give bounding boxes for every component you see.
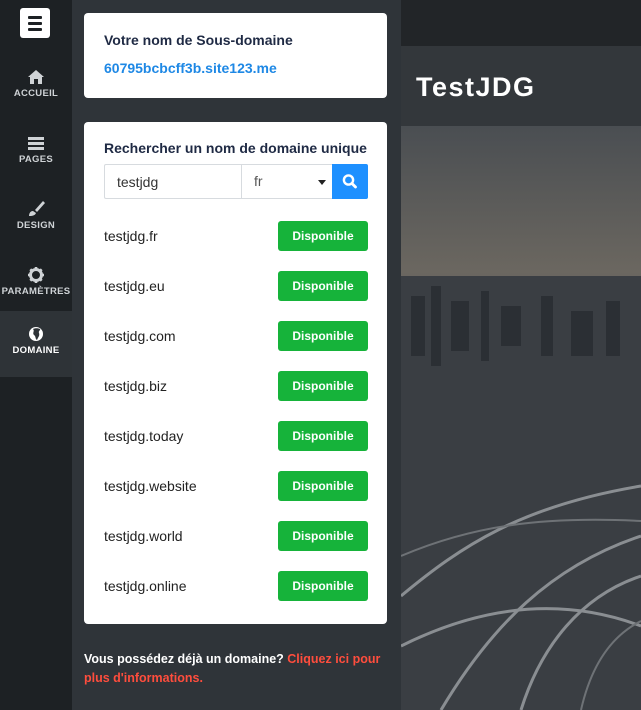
domain-result-name: testjdg.eu <box>104 278 165 294</box>
site-preview: TestJDG <box>401 0 641 710</box>
domain-result-row: testjdg.online Disponible <box>104 571 368 601</box>
domain-result-row: testjdg.eu Disponible <box>104 271 368 301</box>
subdomain-title: Votre nom de Sous-domaine <box>104 32 293 48</box>
site-title: TestJDG <box>416 72 536 102</box>
sidebar-item-domaine[interactable]: DOMAINE <box>0 311 72 377</box>
existing-domain-note: Vous possédez déjà un domaine? Cliquez i… <box>84 650 384 688</box>
brush-icon <box>29 201 45 216</box>
domain-result-name: testjdg.biz <box>104 378 168 394</box>
search-icon <box>342 174 357 189</box>
domain-result-name: testjdg.fr <box>104 228 158 244</box>
left-rail: ACCUEIL PAGES DESIGN PARAMÈTRES DOMAINE <box>0 0 72 710</box>
available-button[interactable]: Disponible <box>278 571 368 601</box>
domain-result-name: testjdg.online <box>104 578 187 594</box>
available-button[interactable]: Disponible <box>278 471 368 501</box>
domain-result-name: testjdg.today <box>104 428 184 444</box>
existing-domain-text: Vous possédez déjà un domaine? <box>84 652 288 666</box>
domain-result-row: testjdg.com Disponible <box>104 321 368 351</box>
domain-search-title: Rechercher un nom de domaine unique <box>104 140 367 156</box>
preview-topbar <box>401 0 641 46</box>
chevron-down-icon <box>318 180 326 185</box>
search-button[interactable] <box>332 164 368 199</box>
domain-search-bar: fr <box>104 164 368 199</box>
domain-result-row: testjdg.today Disponible <box>104 421 368 451</box>
available-button[interactable]: Disponible <box>278 371 368 401</box>
tld-select[interactable]: fr <box>241 164 333 199</box>
gear-icon <box>28 267 44 283</box>
sidebar-item-design[interactable]: DESIGN <box>0 186 72 252</box>
domain-panel: Votre nom de Sous-domaine 60795bcbcff3b.… <box>72 0 401 710</box>
domain-result-row: testjdg.world Disponible <box>104 521 368 551</box>
hero-city-image <box>401 126 641 710</box>
app-logo-icon[interactable] <box>20 8 50 38</box>
available-button[interactable]: Disponible <box>278 421 368 451</box>
domain-search-card: Rechercher un nom de domaine unique fr t… <box>84 122 387 624</box>
sidebar-item-label: DOMAINE <box>12 345 60 356</box>
sidebar-item-label: PAGES <box>18 154 54 165</box>
domain-result-row: testjdg.fr Disponible <box>104 221 368 251</box>
available-button[interactable]: Disponible <box>278 521 368 551</box>
domain-search-input[interactable] <box>104 164 254 199</box>
domain-result-row: testjdg.website Disponible <box>104 471 368 501</box>
available-button[interactable]: Disponible <box>278 271 368 301</box>
subdomain-link[interactable]: 60795bcbcff3b.site123.me <box>104 60 277 76</box>
pages-icon <box>28 137 44 150</box>
globe-icon <box>29 327 43 341</box>
domain-result-name: testjdg.website <box>104 478 197 494</box>
sidebar-item-parametres[interactable]: PARAMÈTRES <box>0 252 72 318</box>
tld-select-value: fr <box>254 173 263 189</box>
domain-result-name: testjdg.world <box>104 528 183 544</box>
home-icon <box>28 70 44 84</box>
subdomain-card: Votre nom de Sous-domaine 60795bcbcff3b.… <box>84 13 387 98</box>
sidebar-item-label: DESIGN <box>16 220 56 231</box>
sidebar-item-pages[interactable]: PAGES <box>0 120 72 186</box>
sidebar-item-accueil[interactable]: ACCUEIL <box>0 54 72 120</box>
available-button[interactable]: Disponible <box>278 221 368 251</box>
domain-result-row: testjdg.biz Disponible <box>104 371 368 401</box>
sidebar-item-label: ACCUEIL <box>13 88 59 99</box>
available-button[interactable]: Disponible <box>278 321 368 351</box>
domain-result-name: testjdg.com <box>104 328 176 344</box>
sidebar-item-label: PARAMÈTRES <box>1 286 71 297</box>
